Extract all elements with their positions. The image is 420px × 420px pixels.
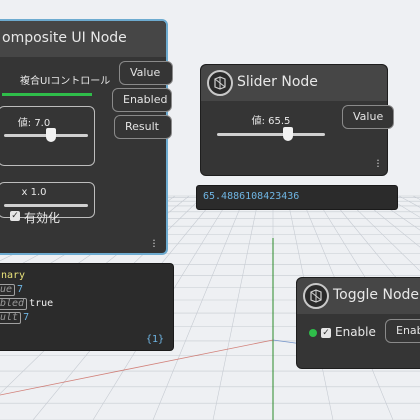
port-value[interactable]: Value (119, 61, 173, 85)
slider2-track[interactable] (4, 204, 88, 207)
enable-checkbox-label: 有効化 (24, 211, 61, 225)
slider-watch-value: 65.4886108423436 (203, 191, 300, 202)
slider-node[interactable]: Slider Node 値: 65.5 Value · · · (200, 64, 394, 176)
slider-node-track[interactable] (217, 133, 325, 136)
control-group-label: 複合UIコントロール (20, 76, 111, 87)
check-icon: ✓ (11, 211, 19, 221)
dict-value: 7 (23, 312, 30, 323)
slider-node-value-label: 値: 65.5 (251, 116, 291, 127)
dict-footer-count: {1} (146, 334, 165, 345)
dict-type-label: nary (1, 270, 26, 281)
composite-ui-node[interactable]: omposite UI Node 複合UIコントロール 値: 7.0 x 1.0… (0, 19, 173, 255)
slider-node-title: Slider Node (237, 74, 318, 90)
slider-node-port-value[interactable]: Value (342, 105, 394, 129)
slider1-thumb[interactable] (46, 128, 56, 142)
kebab-menu-icon[interactable]: · · · (151, 235, 157, 252)
dict-key-tag: ue (0, 284, 16, 296)
dict-value: 7 (17, 284, 24, 295)
dict-key-tag: bled (0, 298, 28, 310)
dict-row-enabled: bled true (0, 298, 53, 310)
slider1-value-label: 値: 7.0 (17, 118, 51, 129)
toggle-enable-label: Enable (335, 325, 376, 339)
port-enabled[interactable]: Enabled (112, 88, 172, 112)
check-icon: ✓ (322, 328, 330, 338)
slider-watch-bubble[interactable]: 65.4886108423436 (196, 185, 398, 210)
dynamo-node-icon (207, 70, 233, 96)
composite-node-title: omposite UI Node (2, 30, 127, 46)
toggle-enable-checkbox[interactable]: ✓ (321, 328, 331, 338)
toggle-node[interactable]: Toggle Node ✓ Enable Enabl (296, 277, 420, 369)
dict-value: true (29, 298, 54, 309)
toggle-node-port-enable[interactable]: Enabl (385, 319, 420, 343)
dict-row-result: ult 7 (0, 312, 29, 324)
toggle-node-title: Toggle Node (333, 287, 420, 303)
dictionary-preview-bubble[interactable]: nary ue 7 bled true ult 7 {1} (0, 263, 174, 351)
dict-key-tag: ult (0, 312, 22, 324)
status-bar (2, 93, 92, 96)
kebab-menu-icon[interactable]: · · · (375, 155, 381, 172)
slider2-value-label: x 1.0 (21, 187, 47, 198)
dict-row-value: ue 7 (0, 284, 23, 296)
toggle-status-dot (309, 329, 317, 337)
slider-node-thumb[interactable] (283, 127, 293, 141)
enable-checkbox[interactable]: ✓ (10, 211, 20, 221)
dynamo-node-icon (303, 283, 329, 309)
port-result[interactable]: Result (114, 115, 172, 139)
